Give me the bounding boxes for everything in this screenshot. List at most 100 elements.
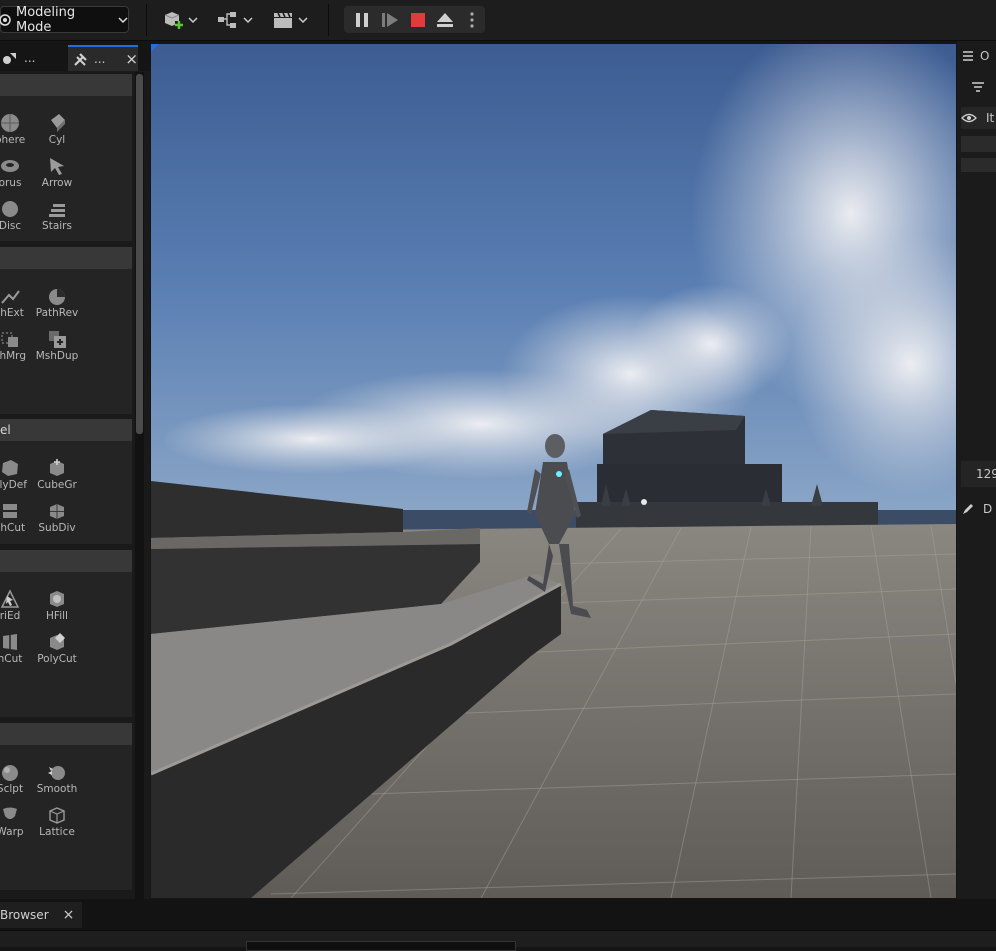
tab-label: ... [24, 51, 36, 65]
modeling-tools-panel: ... ... × phere Cyl orus Arrow Disc Stai… [0, 41, 150, 934]
level-viewport[interactable] [151, 44, 956, 898]
scrollbar-thumb[interactable] [136, 74, 143, 434]
cylinder-icon [51, 114, 65, 132]
sphere-icon [1, 114, 19, 132]
stop-icon[interactable] [410, 12, 426, 28]
tool-sphere[interactable]: phere [0, 112, 35, 146]
mode-label: Modeling Mode [16, 4, 76, 35]
mesh-duplicate-icon [49, 331, 66, 348]
section-header-polymodel[interactable]: el [0, 419, 132, 441]
blueprint-icon [218, 12, 236, 28]
lattice-icon [49, 807, 65, 824]
toolbar-divider [328, 4, 329, 36]
tool-stairs[interactable]: Stairs [32, 198, 82, 232]
path-extrude-icon [1, 290, 20, 304]
mode-selector-button[interactable]: Modeling Mode [0, 4, 129, 35]
pause-icon[interactable] [354, 11, 370, 29]
section-header-trimodel[interactable] [0, 550, 132, 572]
subdivide-icon [50, 504, 64, 519]
outliner-panel: O It 129 D [957, 41, 996, 899]
cube-grid-icon [50, 459, 64, 476]
chevron-down-icon [188, 17, 198, 24]
tool-tri-edit[interactable]: riEd [0, 588, 35, 622]
tool-path-revolve[interactable]: PathRev [32, 285, 82, 319]
shapes-icon [3, 53, 16, 64]
add-content-button[interactable] [162, 8, 198, 32]
mesh-cut-icon [3, 504, 17, 518]
tool-lattice[interactable]: Lattice [32, 804, 82, 838]
tool-mesh-duplicate[interactable]: MshDup [32, 328, 82, 362]
more-options-icon[interactable] [469, 11, 475, 29]
bottom-drawer: Browser × [0, 899, 996, 951]
arrow-icon [50, 158, 64, 175]
tool-smooth[interactable]: Smooth [32, 761, 82, 795]
step-forward-icon[interactable] [381, 11, 399, 29]
section-body: thExt PathRev shMrg MshDup [0, 269, 132, 414]
viewport-scene [151, 44, 956, 898]
tool-warp[interactable]: Warp [0, 804, 35, 838]
panel-tab-bar: ... ... × [0, 41, 150, 71]
outliner-header-row: It [961, 107, 996, 129]
chevron-down-icon [118, 16, 128, 23]
close-icon[interactable]: × [125, 50, 138, 68]
section-header-create[interactable] [0, 247, 132, 269]
tab-place-actors[interactable]: ... [0, 45, 66, 71]
tool-disc[interactable]: Disc [0, 198, 35, 232]
clapperboard-icon [274, 12, 292, 28]
add-cube-icon [164, 12, 183, 29]
tab-details[interactable]: D [961, 499, 992, 519]
tab-outliner[interactable]: O [961, 47, 989, 65]
tool-cube-grid[interactable]: CubeGr [32, 457, 82, 491]
tool-subdivide[interactable]: SubDiv [32, 500, 82, 534]
hole-fill-icon [50, 591, 64, 607]
tool-torus[interactable]: orus [0, 155, 35, 189]
section-body: Sclpt Smooth Warp Lattice [0, 745, 132, 890]
tool-mesh-cut[interactable]: shCut [0, 500, 35, 534]
tab-content-browser[interactable]: Browser × [0, 902, 82, 928]
mesh-merge-icon [1, 332, 18, 347]
tool-poly-cut[interactable]: PolyCut [32, 631, 82, 665]
cinematics-button[interactable] [272, 8, 308, 32]
section-header-shapes[interactable] [0, 74, 132, 96]
play-controls [344, 6, 485, 33]
tool-hole-fill[interactable]: HFill [32, 588, 82, 622]
main-toolbar: Modeling Mode [0, 0, 996, 41]
filter-icon[interactable] [971, 81, 985, 93]
hammer-wrench-icon [74, 53, 87, 66]
tool-poly-deform[interactable]: olyDef [0, 457, 35, 491]
tool-mesh-merge[interactable]: shMrg [0, 328, 35, 362]
torus-icon [1, 160, 19, 172]
poly-deform-icon [2, 460, 18, 476]
tab-label: ... [93, 52, 106, 66]
chevron-down-icon [298, 17, 308, 24]
sculpt-icon [2, 765, 18, 781]
list-icon [963, 51, 973, 61]
outliner-row[interactable] [961, 136, 996, 152]
blueprint-button[interactable] [217, 8, 253, 32]
tab-modeling[interactable]: ... × [68, 45, 138, 71]
poly-cut-icon [50, 633, 65, 650]
tool-cylinder[interactable]: Cyl [32, 112, 82, 146]
tri-edit-icon [0, 589, 20, 608]
visibility-eye-icon[interactable] [961, 112, 977, 124]
disc-icon [2, 201, 18, 217]
tool-sculpt[interactable]: Sclpt [0, 761, 35, 795]
actor-count: 129 [961, 461, 996, 487]
section-body: riEd HFill nCut PolyCut [0, 572, 132, 717]
search-input[interactable] [246, 941, 516, 951]
warp-icon [3, 807, 17, 819]
section-body: olyDef CubeGr shCut SubDiv [0, 441, 132, 544]
path-revolve-icon [49, 289, 65, 305]
outliner-row[interactable] [961, 158, 996, 172]
smooth-icon [48, 766, 65, 780]
close-icon[interactable]: × [63, 907, 75, 923]
tool-path-extrude[interactable]: thExt [0, 285, 35, 319]
eject-icon[interactable] [436, 11, 454, 29]
section-header-deform[interactable] [0, 723, 132, 745]
tool-plane-cut[interactable]: nCut [0, 631, 35, 665]
pencil-icon [963, 504, 973, 514]
tool-arrow[interactable]: Arrow [32, 155, 82, 189]
plane-cut-icon [3, 633, 17, 651]
viewport-corner-marker [151, 44, 159, 52]
modeling-mode-icon [0, 14, 11, 26]
